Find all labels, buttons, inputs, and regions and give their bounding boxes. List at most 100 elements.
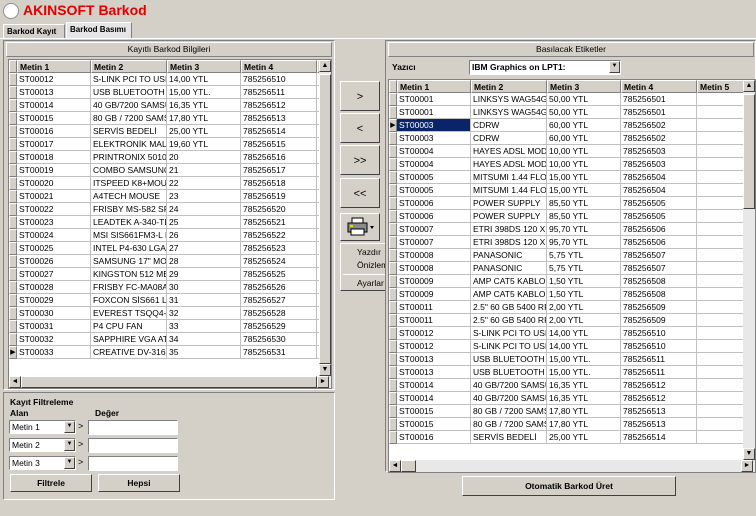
table-cell[interactable]: ST00031 — [17, 320, 91, 333]
table-cell[interactable]: ST00030 — [17, 307, 91, 320]
table-cell[interactable]: 785256508 — [621, 275, 697, 288]
filter-field-select-1[interactable]: Metin 1 ▼ — [9, 420, 76, 434]
table-cell[interactable]: 23 — [167, 190, 241, 203]
table-cell[interactable]: ST00012 — [397, 327, 471, 340]
row-indicator[interactable] — [389, 431, 397, 444]
table-cell[interactable]: 40 GB/7200 SAMSU — [471, 379, 547, 392]
table-cell[interactable]: MSI SIS661FM3-L LA — [91, 229, 167, 242]
table-cell[interactable]: 20 — [167, 151, 241, 164]
table-cell[interactable]: ITSPEED K8+MOUS — [91, 177, 167, 190]
table-cell[interactable]: 785256515 — [241, 138, 317, 151]
menu-item-print[interactable]: Yazdır — [357, 247, 381, 257]
table-cell[interactable]: 785256513 — [621, 418, 697, 431]
move-left-button[interactable]: < — [340, 113, 380, 143]
table-cell[interactable]: 31 — [167, 294, 241, 307]
tab-barkod-kayit[interactable]: Barkod Kayıt — [3, 24, 65, 38]
table-cell[interactable] — [697, 392, 743, 405]
row-indicator[interactable] — [389, 340, 397, 353]
table-cell[interactable]: LEADTEK A-340-TD — [91, 216, 167, 229]
table-cell[interactable]: 15,00 YTL. — [547, 353, 621, 366]
row-indicator[interactable] — [9, 333, 17, 346]
table-cell[interactable]: P4 CPU FAN — [91, 320, 167, 333]
chevron-down-icon[interactable]: ▼ — [64, 421, 75, 433]
table-cell[interactable]: KINGSTON 512 MB — [91, 268, 167, 281]
table-cell[interactable]: 30 — [167, 281, 241, 294]
filter-field-select-2[interactable]: Metin 2 ▼ — [9, 438, 76, 452]
table-cell[interactable]: ST00009 — [397, 275, 471, 288]
table-cell[interactable]: 785256509 — [621, 301, 697, 314]
row-indicator[interactable] — [389, 418, 397, 431]
table-cell[interactable]: USB BLUETOOTH D — [471, 366, 547, 379]
table-cell[interactable]: 785256525 — [241, 268, 317, 281]
table-cell[interactable]: 785256512 — [621, 379, 697, 392]
table-cell[interactable]: 85,50 YTL — [547, 197, 621, 210]
filter-value-input-2[interactable] — [88, 438, 178, 453]
table-cell[interactable]: ST00027 — [17, 268, 91, 281]
table-cell[interactable]: ST00015 — [397, 405, 471, 418]
table-cell[interactable] — [697, 93, 743, 106]
row-indicator[interactable] — [389, 301, 397, 314]
table-cell[interactable]: 785256519 — [241, 190, 317, 203]
table-cell[interactable]: 1,50 YTL — [547, 275, 621, 288]
table-cell[interactable]: ST00013 — [17, 86, 91, 99]
table-cell[interactable]: 785256528 — [241, 307, 317, 320]
table-cell[interactable]: ST00006 — [397, 197, 471, 210]
table-cell[interactable]: FOXCON SİS661 LG — [91, 294, 167, 307]
table-cell[interactable]: ST00026 — [17, 255, 91, 268]
table-cell[interactable]: 17,80 YTL — [547, 418, 621, 431]
table-cell[interactable]: LINKSYS WAG54G — [471, 93, 547, 106]
table-cell[interactable]: ETRI 398DS 120 X — [471, 223, 547, 236]
chevron-down-icon[interactable]: ▼ — [64, 457, 75, 469]
table-cell[interactable]: ST00001 — [397, 93, 471, 106]
table-cell[interactable] — [697, 210, 743, 223]
table-cell[interactable]: 785256529 — [241, 320, 317, 333]
row-indicator[interactable] — [9, 307, 17, 320]
column-header[interactable]: Metin 2 — [471, 80, 547, 93]
row-indicator[interactable] — [389, 366, 397, 379]
table-cell[interactable]: S-LINK PCI TO USB — [471, 340, 547, 353]
row-indicator[interactable] — [9, 320, 17, 333]
table-cell[interactable]: 85,50 YTL — [547, 210, 621, 223]
table-cell[interactable]: 785256501 — [621, 93, 697, 106]
table-cell[interactable]: ST00024 — [17, 229, 91, 242]
filter-button[interactable]: Filtrele — [10, 474, 92, 492]
menu-item-settings[interactable]: Ayarlar — [357, 278, 384, 288]
table-cell[interactable]: 27 — [167, 242, 241, 255]
row-indicator[interactable] — [389, 171, 397, 184]
table-cell[interactable]: 785256503 — [621, 158, 697, 171]
column-header[interactable]: Metin 5 — [697, 80, 743, 93]
table-cell[interactable] — [697, 249, 743, 262]
scroll-thumb[interactable] — [743, 94, 755, 209]
table-cell[interactable]: 785256508 — [621, 288, 697, 301]
table-cell[interactable]: 17,80 YTL — [167, 112, 241, 125]
table-cell[interactable]: ST00032 — [17, 333, 91, 346]
table-cell[interactable]: POWER SUPPLY — [471, 210, 547, 223]
table-cell[interactable]: 32 — [167, 307, 241, 320]
scroll-thumb[interactable] — [319, 74, 331, 364]
current-row-arrow-icon[interactable]: ▶ — [389, 119, 397, 132]
table-cell[interactable]: 15,00 YTL — [547, 171, 621, 184]
row-indicator[interactable] — [389, 93, 397, 106]
row-indicator[interactable] — [389, 327, 397, 340]
row-indicator[interactable] — [9, 73, 17, 86]
table-cell[interactable] — [697, 327, 743, 340]
table-cell[interactable]: 785256504 — [621, 184, 697, 197]
scroll-left-arrow-icon[interactable]: ◄ — [9, 376, 21, 388]
table-cell[interactable]: 35 — [167, 346, 241, 359]
table-cell[interactable]: 34 — [167, 333, 241, 346]
table-cell[interactable]: SERVİS BEDELİ — [91, 125, 167, 138]
table-cell[interactable]: 785256509 — [621, 314, 697, 327]
table-cell[interactable]: 15,00 YTL — [547, 184, 621, 197]
table-cell[interactable]: 785256506 — [621, 223, 697, 236]
table-cell[interactable]: ST00003 — [397, 132, 471, 145]
scroll-up-arrow-icon[interactable]: ▲ — [319, 60, 331, 72]
row-indicator[interactable] — [389, 262, 397, 275]
table-cell[interactable]: 10,00 YTL — [547, 145, 621, 158]
table-cell[interactable]: ST00008 — [397, 249, 471, 262]
auto-barcode-button[interactable]: Otomatik Barkod Üret — [462, 476, 676, 496]
row-indicator[interactable] — [389, 405, 397, 418]
table-cell[interactable]: 785256514 — [621, 431, 697, 444]
row-indicator[interactable] — [389, 184, 397, 197]
table-cell[interactable]: 785256507 — [621, 249, 697, 262]
table-cell[interactable]: ST00029 — [17, 294, 91, 307]
